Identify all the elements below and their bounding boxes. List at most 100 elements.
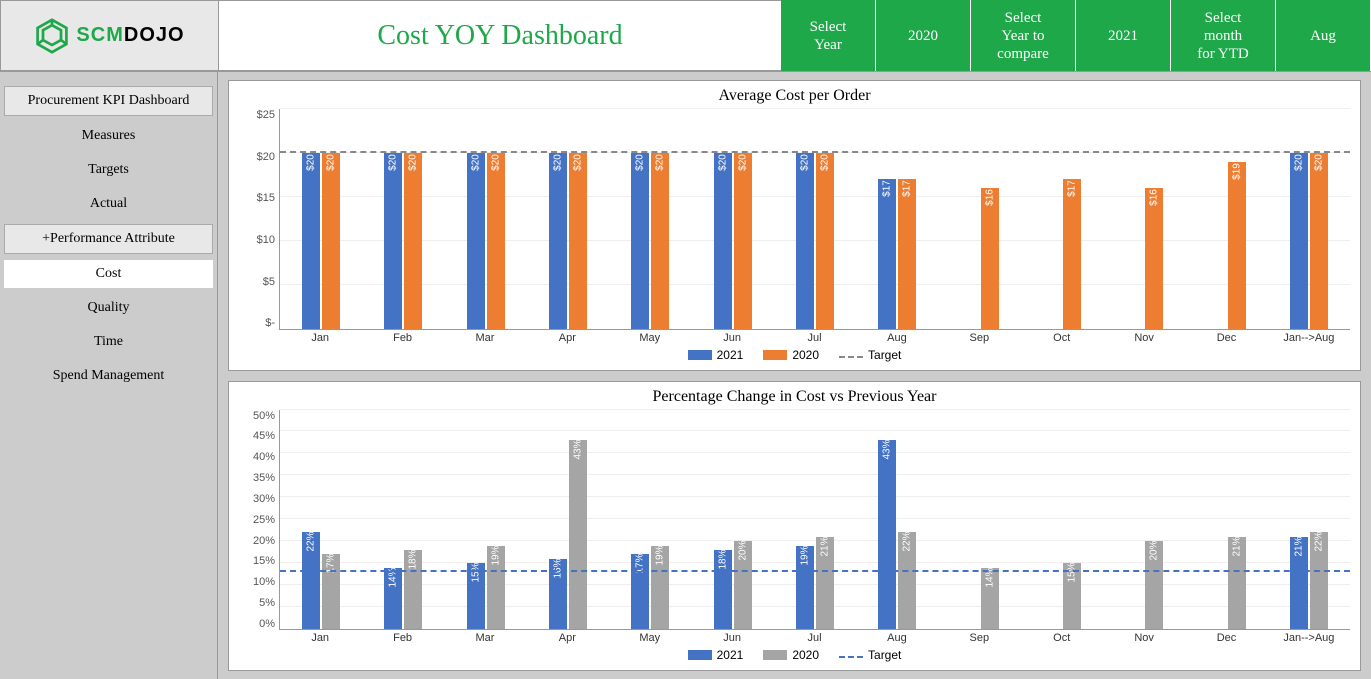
bar-2021-Jul: $20 <box>796 153 814 329</box>
chart2-yaxis: 50%45%40%35%30%25%20%15%10%5%0% <box>239 410 279 631</box>
bar-2020-Jul: 21% <box>816 537 834 629</box>
x-label: Dec <box>1185 630 1267 644</box>
sidebar-header-kpi[interactable]: Procurement KPI Dashboard <box>4 86 213 116</box>
bar-group-Jan: 22%17% <box>280 410 362 630</box>
bar-2021-Mar: $20 <box>467 153 485 329</box>
sidebar-item-targets[interactable]: Targets <box>4 156 213 184</box>
bar-group-Dec: $19 <box>1185 109 1267 329</box>
legend-item-2020: 2020 <box>763 348 819 362</box>
legend-item-2021: 2021 <box>688 348 744 362</box>
bar-group-Jul: $20$20 <box>774 109 856 329</box>
chart2-plot: 22%17%14%18%15%19%16%43%17%19%18%20%19%2… <box>279 410 1350 631</box>
bar-2020-Aug: 22% <box>898 532 916 629</box>
bar-2021-Aug: $17 <box>878 179 896 328</box>
selector-4[interactable]: Select month for YTD <box>1171 0 1276 71</box>
bar-group-Apr: 16%43% <box>527 410 609 630</box>
bar-group-Apr: $20$20 <box>527 109 609 329</box>
bar-2020-Aug: $17 <box>898 179 916 328</box>
selector-1[interactable]: 2020 <box>876 0 971 71</box>
sidebar: Procurement KPI Dashboard Measures Target… <box>0 72 218 679</box>
target-line <box>280 151 1350 153</box>
x-label: Jan-->Aug <box>1268 330 1350 344</box>
bar-group-Nov: 20% <box>1103 410 1185 630</box>
logo-cell: SCMDOJO <box>0 0 218 71</box>
bar-group-Oct: 15% <box>1021 410 1103 630</box>
x-label: Feb <box>361 630 443 644</box>
sidebar-item-spend-management[interactable]: Spend Management <box>4 362 213 390</box>
x-label: Sep <box>938 330 1020 344</box>
x-label: Mar <box>444 330 526 344</box>
x-label: Jan-->Aug <box>1268 630 1350 644</box>
selector-2[interactable]: Select Year to compare <box>971 0 1076 71</box>
bar-group-Jan-->Aug: $20$20 <box>1268 109 1350 329</box>
chart1-yaxis: $25$20$15$10$5$- <box>239 109 279 330</box>
bar-2021-Jan-->Aug: $20 <box>1290 153 1308 329</box>
bar-group-Mar: $20$20 <box>445 109 527 329</box>
bar-group-Dec: 21% <box>1185 410 1267 630</box>
sidebar-item-time[interactable]: Time <box>4 328 213 356</box>
bar-2021-Jun: $20 <box>714 153 732 329</box>
bar-2021-Jan-->Aug: 21% <box>1290 537 1308 629</box>
x-label: Mar <box>444 630 526 644</box>
selector-5[interactable]: Aug <box>1276 0 1371 71</box>
selector-3[interactable]: 2021 <box>1076 0 1171 71</box>
sidebar-item-cost[interactable]: Cost <box>4 260 213 288</box>
x-label: Aug <box>856 630 938 644</box>
bar-group-Jan-->Aug: 21%22% <box>1268 410 1350 630</box>
x-label: May <box>609 630 691 644</box>
x-label: Nov <box>1103 630 1185 644</box>
sidebar-item-actual[interactable]: Actual <box>4 190 213 218</box>
page-title: Cost YOY Dashboard <box>377 20 622 52</box>
chart1-xaxis: JanFebMarAprMayJunJulAugSepOctNovDecJan-… <box>279 330 1350 344</box>
x-label: Sep <box>938 630 1020 644</box>
chart2-legend: 20212020Target <box>239 644 1350 666</box>
bar-2020-Jun: 20% <box>734 541 752 629</box>
bar-2020-May: 19% <box>651 546 669 629</box>
x-label: Aug <box>856 330 938 344</box>
sidebar-header-perf[interactable]: +Performance Attribute <box>4 224 213 254</box>
bar-2021-May: 17% <box>631 554 649 629</box>
x-label: Nov <box>1103 330 1185 344</box>
bar-group-Aug: 43%22% <box>856 410 938 630</box>
chart1-title: Average Cost per Order <box>239 87 1350 105</box>
selector-0[interactable]: Select Year <box>781 0 876 71</box>
bar-2021-Aug: 43% <box>878 440 896 629</box>
logo: SCMDOJO <box>34 18 184 54</box>
bar-2020-Oct: 15% <box>1063 563 1081 629</box>
bar-group-Nov: $16 <box>1103 109 1185 329</box>
x-label: Jan <box>279 630 361 644</box>
bar-2020-Jun: $20 <box>734 153 752 329</box>
bar-group-Feb: $20$20 <box>362 109 444 329</box>
bar-2020-Sep: 14% <box>981 568 999 629</box>
bar-2020-Jan: 17% <box>322 554 340 629</box>
sidebar-item-measures[interactable]: Measures <box>4 122 213 150</box>
bar-group-Oct: $17 <box>1021 109 1103 329</box>
bar-2020-Feb: 18% <box>404 550 422 629</box>
sidebar-item-quality[interactable]: Quality <box>4 294 213 322</box>
x-label: Jun <box>691 330 773 344</box>
bar-2021-Apr: $20 <box>549 153 567 329</box>
logo-text: SCMDOJO <box>76 24 184 47</box>
x-label: Apr <box>526 630 608 644</box>
chart2-xaxis: JanFebMarAprMayJunJulAugSepOctNovDecJan-… <box>279 630 1350 644</box>
bar-2021-Jan: $20 <box>302 153 320 329</box>
bar-2020-Dec: $19 <box>1228 162 1246 329</box>
legend-item-2021: 2021 <box>688 648 744 662</box>
x-label: Apr <box>526 330 608 344</box>
bar-2020-Apr: $20 <box>569 153 587 329</box>
x-label: Oct <box>1021 630 1103 644</box>
bar-2021-Feb: 14% <box>384 568 402 629</box>
bar-group-Jun: 18%20% <box>692 410 774 630</box>
bar-2020-Mar: $20 <box>487 153 505 329</box>
x-label: Oct <box>1021 330 1103 344</box>
bar-2020-Apr: 43% <box>569 440 587 629</box>
chart-pct-change: Percentage Change in Cost vs Previous Ye… <box>228 381 1361 672</box>
target-line <box>280 570 1350 572</box>
bar-group-Sep: $16 <box>939 109 1021 329</box>
legend-item-2020: 2020 <box>763 648 819 662</box>
x-label: Jan <box>279 330 361 344</box>
bar-2020-Jan-->Aug: $20 <box>1310 153 1328 329</box>
logo-icon <box>34 18 70 54</box>
bar-group-May: 17%19% <box>609 410 691 630</box>
bar-group-Jul: 19%21% <box>774 410 856 630</box>
